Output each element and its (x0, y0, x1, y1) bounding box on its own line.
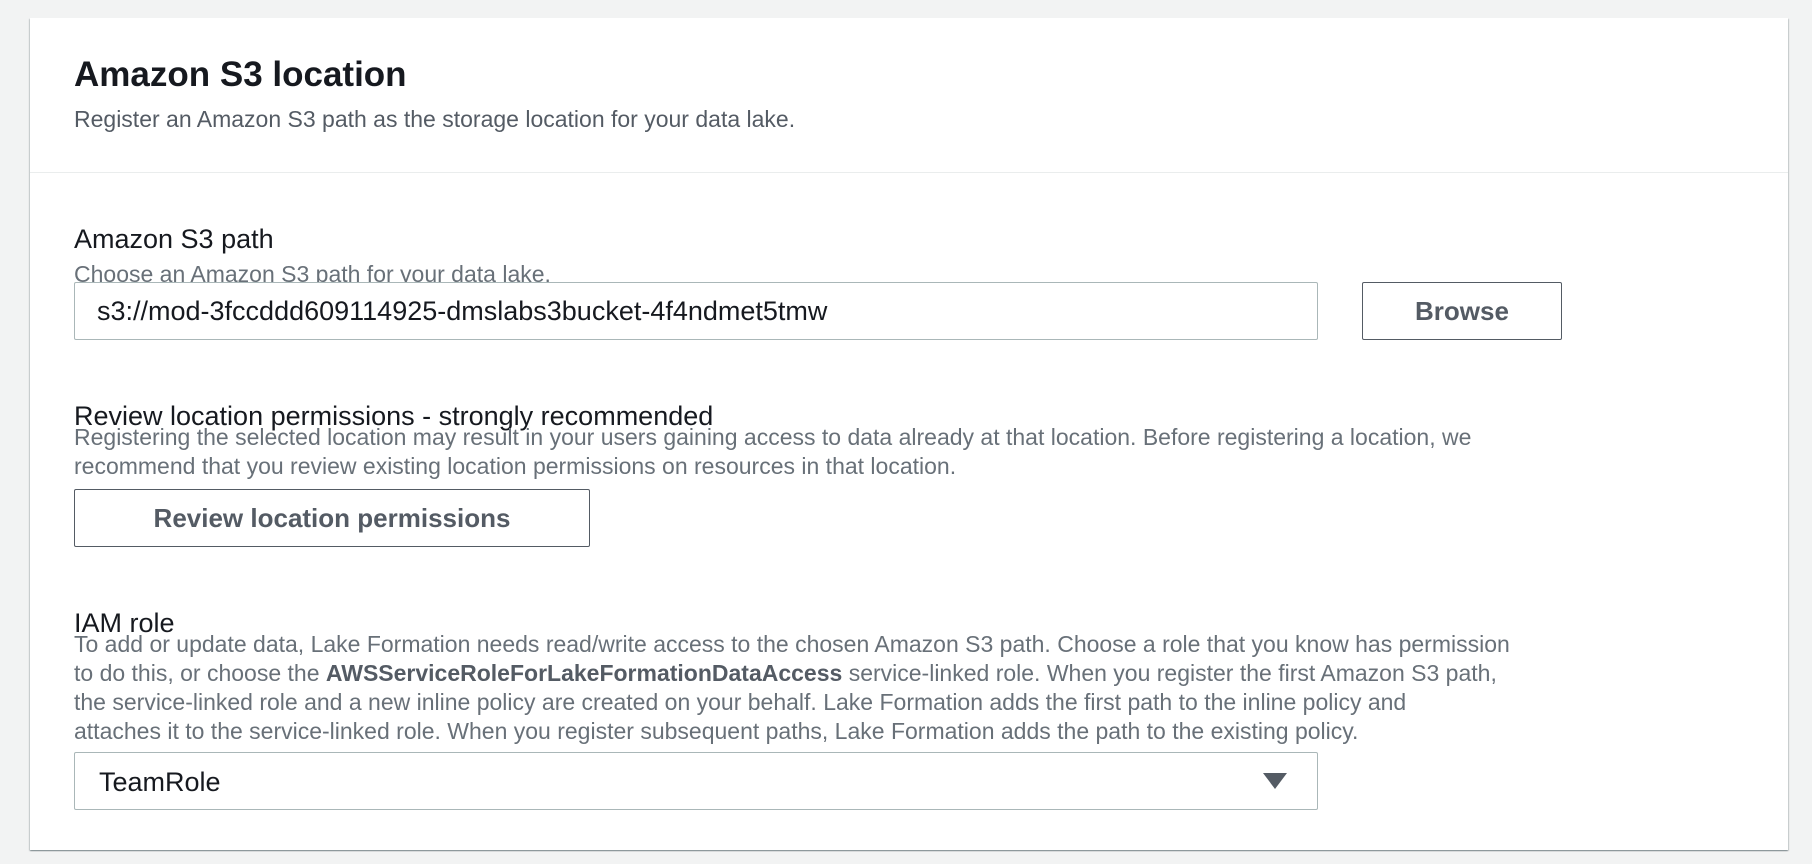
s3-path-input[interactable] (74, 282, 1318, 340)
permissions-description-line: recommend that you review existing locat… (74, 453, 957, 479)
iam-role-select[interactable]: TeamRole (74, 752, 1318, 810)
s3-location-panel: Amazon S3 location Register an Amazon S3… (30, 18, 1788, 850)
iam-role-description-text: service-linked role. When you register t… (842, 660, 1497, 686)
iam-role-description-line: attaches it to the service-linked role. … (74, 718, 1359, 744)
iam-role-description-line: to do this, or choose the AWSServiceRole… (74, 659, 1510, 688)
panel-title: Amazon S3 location (74, 55, 407, 94)
panel-header: Amazon S3 location Register an Amazon S3… (30, 18, 1788, 173)
permissions-description-line: Registering the selected location may re… (74, 424, 1472, 450)
review-location-permissions-button[interactable]: Review location permissions (74, 489, 590, 547)
iam-role-description-line: the service-linked role and a new inline… (74, 689, 1407, 715)
browse-button[interactable]: Browse (1362, 282, 1562, 340)
iam-role-description-line: To add or update data, Lake Formation ne… (74, 631, 1510, 657)
iam-role-description: To add or update data, Lake Formation ne… (74, 630, 1510, 746)
service-linked-role-name: AWSServiceRoleForLakeFormationDataAccess (325, 660, 843, 686)
caret-down-icon (1263, 773, 1287, 789)
iam-role-description-text: to do this, or choose the (74, 660, 326, 686)
panel-description: Register an Amazon S3 path as the storag… (74, 106, 796, 132)
iam-role-selected-value: TeamRole (99, 767, 221, 797)
s3-path-label: Amazon S3 path (74, 224, 274, 254)
permissions-description: Registering the selected location may re… (74, 423, 1471, 481)
